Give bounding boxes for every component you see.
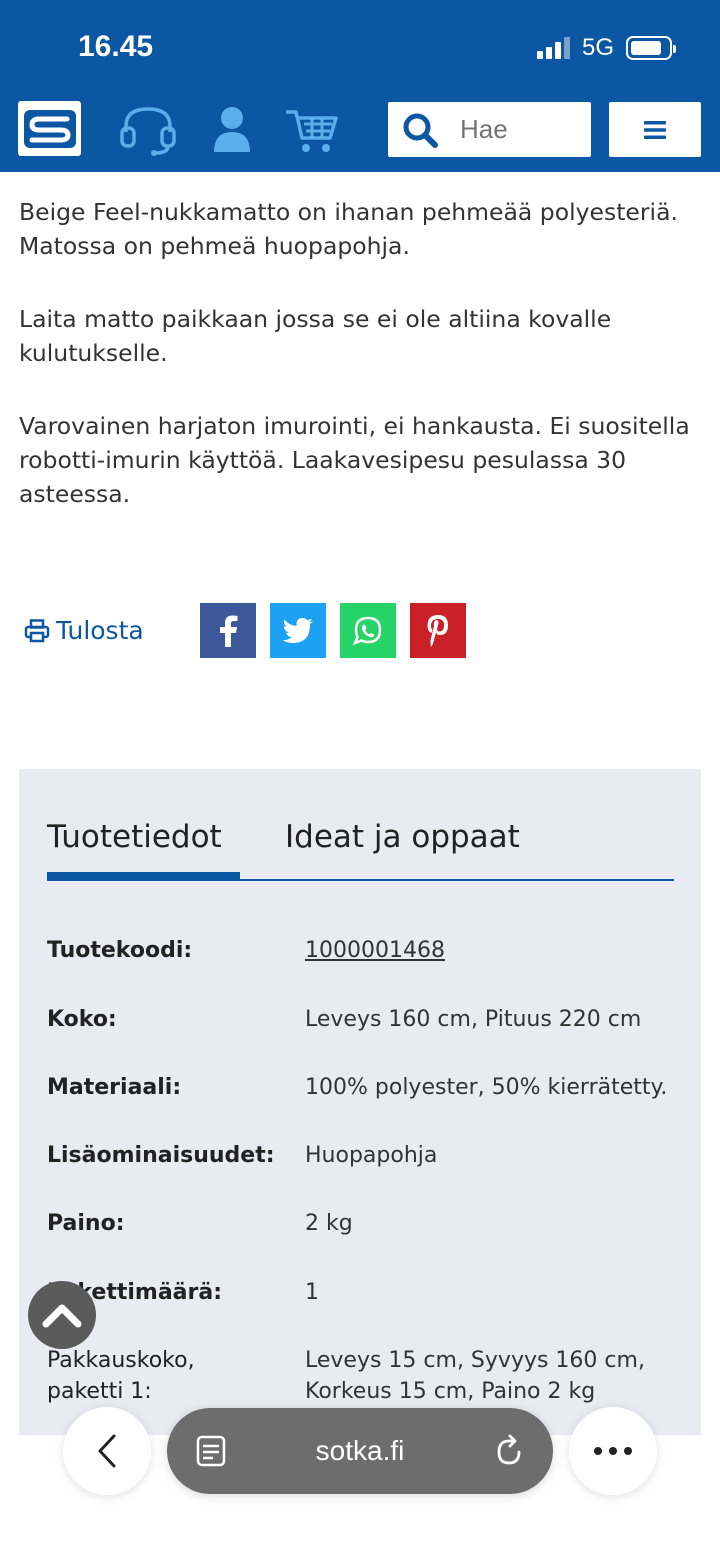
- pinterest-share-button[interactable]: [410, 603, 466, 658]
- printer-icon: [24, 618, 50, 642]
- spec-value: 2 kg: [305, 1211, 353, 1236]
- product-tabs: Tuotetiedot Ideat ja oppaat: [47, 819, 674, 881]
- facebook-icon: [220, 615, 238, 647]
- description-paragraph: Varovainen harjaton imurointi, ei hankau…: [19, 412, 690, 508]
- browser-more-button[interactable]: [569, 1407, 657, 1495]
- active-tab-indicator: [47, 872, 240, 881]
- twitter-share-button[interactable]: [270, 603, 326, 658]
- signal-icon: [536, 37, 570, 59]
- menu-icon: [644, 120, 666, 139]
- spec-value: Leveys 15 cm, Syvyys 160 cm, Korkeus 15 …: [305, 1348, 645, 1404]
- browser-back-button[interactable]: [63, 1407, 151, 1495]
- reload-icon[interactable]: [493, 1434, 525, 1468]
- spec-label: Tuotekoodi:: [47, 938, 193, 963]
- print-link[interactable]: Tulosta: [24, 616, 144, 645]
- description-paragraph: Laita matto paikkaan jossa se ei ole alt…: [19, 305, 612, 367]
- product-info-panel: Tuotetiedot Ideat ja oppaat Tuotekoodi: …: [19, 769, 701, 1435]
- spec-value: Huopapohja: [305, 1143, 438, 1168]
- twitter-icon: [282, 617, 313, 643]
- network-label: 5G: [581, 34, 614, 61]
- spec-value: 1: [305, 1280, 319, 1305]
- battery-icon: [626, 36, 676, 60]
- site-logo[interactable]: [18, 101, 81, 156]
- search-input[interactable]: [460, 114, 570, 145]
- scroll-to-top-button[interactable]: [28, 1281, 96, 1349]
- product-code-link[interactable]: 1000001468: [305, 935, 685, 966]
- browser-address-bar[interactable]: sotka.fi: [167, 1408, 553, 1494]
- logo-icon: [23, 109, 76, 148]
- cart-icon[interactable]: [282, 104, 342, 156]
- more-icon: [594, 1447, 632, 1455]
- url-text: sotka.fi: [315, 1435, 405, 1466]
- menu-button[interactable]: [609, 102, 701, 157]
- whatsapp-share-button[interactable]: [340, 603, 396, 658]
- spec-label: Materiaali:: [47, 1075, 182, 1100]
- status-time: 16.45: [78, 30, 154, 63]
- tabs-overview-icon[interactable]: [195, 1434, 227, 1468]
- search-box[interactable]: [388, 102, 591, 157]
- product-description: Beige Feel-nukkamatto on ihanan pehmeää …: [19, 195, 699, 550]
- tab-ideas-guides[interactable]: Ideat ja oppaat: [285, 819, 520, 855]
- top-bar: 16.45 5G: [0, 0, 720, 172]
- spec-label: Pakkauskoko, paketti 1:: [47, 1348, 195, 1404]
- spec-label: Lisäominaisuudet:: [47, 1143, 275, 1168]
- tab-product-details[interactable]: Tuotetiedot: [47, 819, 222, 855]
- user-icon[interactable]: [202, 104, 262, 156]
- spec-label: Koko:: [47, 1007, 117, 1032]
- spec-label: Paino:: [47, 1211, 125, 1236]
- print-label: Tulosta: [56, 616, 144, 645]
- status-indicators: 5G: [536, 34, 676, 62]
- pinterest-icon: [427, 614, 448, 647]
- whatsapp-icon: [352, 616, 382, 645]
- spec-value: 100% polyester, 50% kierrätetty.: [305, 1075, 668, 1100]
- search-icon[interactable]: [402, 112, 438, 148]
- headset-icon[interactable]: [118, 104, 178, 156]
- facebook-share-button[interactable]: [200, 603, 256, 658]
- description-paragraph: Beige Feel-nukkamatto on ihanan pehmeää …: [19, 198, 678, 260]
- chevron-up-icon: [42, 1304, 82, 1328]
- chevron-left-icon: [98, 1434, 116, 1468]
- spec-value: Leveys 160 cm, Pituus 220 cm: [305, 1007, 642, 1032]
